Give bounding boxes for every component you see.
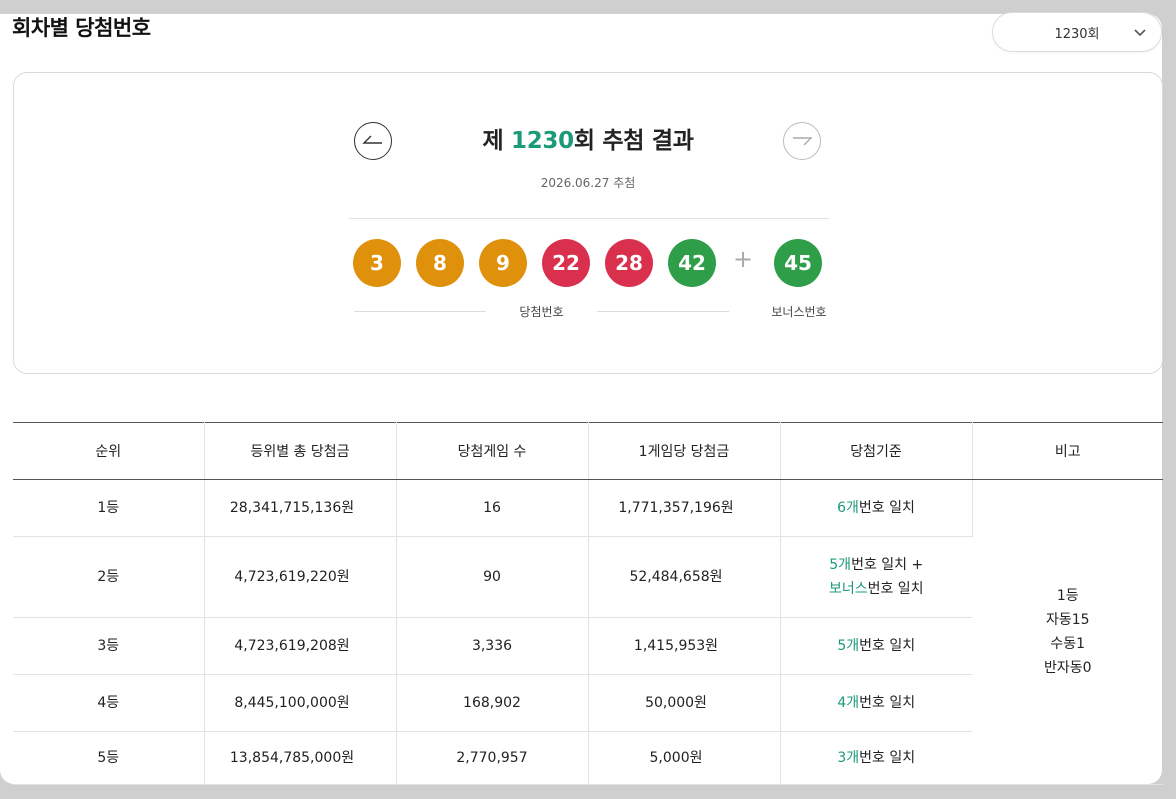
per-game-cell: 50,000원: [588, 674, 781, 732]
criteria-text: 번호 일치: [858, 500, 915, 516]
games-cell: 90: [396, 536, 589, 618]
rank-cell: 2등: [13, 536, 205, 618]
per-game-cell: 1,771,357,196원: [588, 479, 781, 537]
note-line: 수동1: [1050, 636, 1086, 652]
round-select[interactable]: 1230회: [992, 12, 1162, 52]
criteria-cell: 6개번호 일치: [780, 479, 973, 537]
number-ball: 3: [353, 239, 401, 287]
games-cell: 168,902: [396, 674, 589, 732]
number-ball: 22: [542, 239, 590, 287]
header-note: 비고: [972, 422, 1163, 480]
rank-cell: 4등: [13, 674, 205, 732]
prize-table: 순위 등위별 총 당첨금 당첨게임 수 1게임당 당첨금 당첨기준 비고 1등 …: [13, 422, 1163, 785]
criteria-bonus: 보너스: [828, 581, 868, 597]
draw-title-prefix: 제: [482, 128, 512, 154]
number-ball: 9: [479, 239, 527, 287]
label-line-right: [597, 311, 729, 312]
arrow-right-icon: [793, 137, 813, 146]
criteria-cell: 3개번호 일치: [780, 731, 972, 785]
games-cell: 2,770,957: [396, 731, 589, 785]
games-cell: 16: [396, 479, 589, 537]
winning-numbers-label: 당첨번호: [519, 305, 564, 319]
draw-round-number: 1230: [511, 128, 574, 154]
per-game-cell: 5,000원: [588, 731, 781, 785]
note-line: 1등: [1056, 588, 1079, 604]
total-prize-cell: 8,445,100,000원: [204, 674, 397, 732]
criteria-count: 5개: [837, 638, 860, 654]
number-ball: 28: [605, 239, 653, 287]
total-prize-cell: 4,723,619,220원: [204, 536, 397, 618]
criteria-cell: 5개번호 일치 + 보너스번호 일치: [780, 536, 972, 618]
bonus-number-label: 보너스번호: [771, 305, 827, 319]
criteria-bonus-text: 번호 일치: [867, 581, 924, 597]
draw-date: 2026.06.27 추첨: [540, 176, 636, 190]
plus-sign: +: [733, 245, 754, 273]
criteria-cell: 5개번호 일치: [780, 617, 972, 675]
total-prize-cell: 28,341,715,136원: [204, 479, 397, 537]
note-line: 자동15: [1045, 612, 1090, 628]
label-line-left: [354, 311, 486, 312]
criteria-text: 번호 일치: [859, 750, 916, 766]
page-title: 회차별 당첨번호: [12, 16, 151, 40]
table-row: 1등 28,341,715,136원 16 1,771,357,196원 6개번…: [13, 479, 1163, 785]
note-line: 반자동0: [1043, 660, 1092, 676]
chevron-down-icon: [1134, 29, 1146, 37]
total-prize-cell: 4,723,619,208원: [204, 617, 397, 675]
header-winning-games: 당첨게임 수: [396, 422, 589, 480]
round-select-value: 1230회: [1054, 26, 1100, 42]
criteria-text: 번호 일치 +: [851, 557, 924, 573]
draw-result-card: 제 1230회 추첨 결과 2026.06.27 추첨 3 8 9 22 28 42 + …: [13, 72, 1163, 374]
total-prize-cell: 13,854,785,000원: [204, 731, 397, 785]
table-header-row: 순위 등위별 총 당첨금 당첨게임 수 1게임당 당첨금 당첨기준 비고: [13, 422, 1163, 480]
criteria-count: 5개: [829, 557, 852, 573]
rank-cell: 1등: [13, 479, 205, 537]
per-game-cell: 52,484,658원: [588, 536, 781, 618]
criteria-text: 번호 일치: [859, 695, 916, 711]
header-rank: 순위: [13, 422, 205, 480]
per-game-cell: 1,415,953원: [588, 617, 781, 675]
criteria-count: 4개: [837, 695, 860, 711]
criteria-count: 6개: [837, 500, 859, 516]
criteria-count: 3개: [837, 750, 860, 766]
rank-cell: 3등: [13, 617, 205, 675]
note-cell: 1등 자동15 수동1 반자동0: [972, 479, 1163, 785]
draw-title-suffix: 회 추첨 결과: [573, 128, 694, 154]
next-round-button[interactable]: [783, 122, 821, 160]
criteria-cell: 4개번호 일치: [780, 674, 972, 732]
divider: [349, 218, 829, 219]
criteria-text: 번호 일치: [859, 638, 916, 654]
page: 회차별 당첨번호 1230회 제 1230회 추첨 결과 2026.06.27 …: [0, 0, 1176, 799]
header-criteria: 당첨기준: [780, 422, 973, 480]
rank-cell: 5등: [13, 731, 205, 785]
number-ball: 42: [668, 239, 716, 287]
draw-title: 제 1230회 추첨 결과: [14, 121, 1162, 155]
bonus-ball: 45: [774, 239, 822, 287]
number-ball: 8: [416, 239, 464, 287]
games-cell: 3,336: [396, 617, 589, 675]
header-prize-per-game: 1게임당 당첨금: [588, 422, 781, 480]
header-total-prize: 등위별 총 당첨금: [204, 422, 397, 480]
